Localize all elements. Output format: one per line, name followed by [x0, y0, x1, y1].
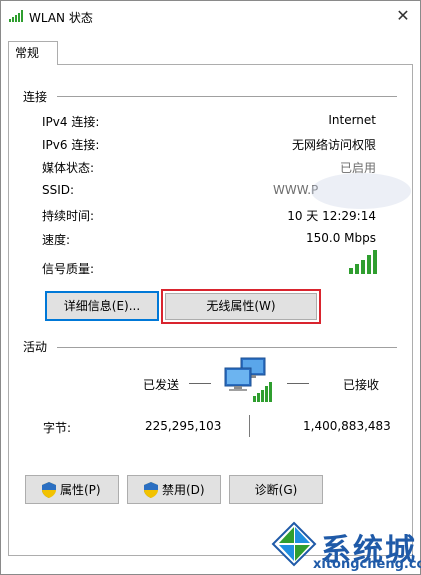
network-computers-icon — [224, 357, 272, 402]
properties-button[interactable]: 属性(P) — [25, 475, 119, 504]
signal-quality-label: 信号质量: — [42, 262, 95, 276]
details-button[interactable]: 详细信息(E)... — [45, 291, 159, 321]
bytes-separator — [249, 415, 250, 437]
received-label: 已接收 — [343, 378, 380, 392]
speed-label: 速度: — [42, 233, 71, 247]
ssid-blur-overlay — [311, 173, 411, 209]
speed-value: 150.0 Mbps — [305, 231, 376, 245]
bytes-label: 字节: — [43, 421, 72, 435]
diagnose-button[interactable]: 诊断(G) — [229, 475, 323, 504]
ipv4-label: IPv4 连接: — [42, 115, 100, 129]
media-state-label: 媒体状态: — [42, 161, 95, 175]
wifi-signal-icon — [9, 10, 23, 22]
sent-label: 已发送 — [143, 378, 180, 392]
duration-value: 10 天 12:29:14 — [287, 209, 376, 223]
wlan-status-dialog: WLAN 状态 ✕ 常规 连接 IPv4 连接: Internet IPv6 连… — [0, 0, 421, 575]
connection-divider — [57, 96, 397, 97]
disable-button-label: 禁用(D) — [162, 483, 205, 497]
activity-divider — [57, 347, 397, 348]
uac-shield-icon — [144, 482, 158, 498]
activity-section-label: 活动 — [23, 340, 48, 354]
ipv6-label: IPv6 连接: — [42, 138, 100, 152]
wireless-properties-button[interactable]: 无线属性(W) — [165, 293, 317, 320]
bytes-sent-value: 225,295,103 — [145, 419, 222, 433]
ipv6-value: 无网络访问权限 — [291, 138, 376, 152]
bytes-received-value: 1,400,883,483 — [303, 419, 391, 433]
connection-section-label: 连接 — [23, 90, 48, 104]
disable-button[interactable]: 禁用(D) — [127, 475, 221, 504]
watermark-url: xitongcheng.com — [313, 557, 421, 572]
title-bar: WLAN 状态 ✕ — [1, 1, 420, 31]
sent-dash — [189, 383, 211, 384]
properties-button-label: 属性(P) — [60, 483, 101, 497]
close-icon[interactable]: ✕ — [391, 5, 415, 27]
received-dash — [287, 383, 309, 384]
signal-strength-icon — [349, 250, 377, 274]
window-title: WLAN 状态 — [29, 11, 93, 25]
ipv4-value: Internet — [328, 113, 376, 127]
tab-general[interactable]: 常规 — [8, 41, 58, 65]
xitongcheng-logo-icon — [271, 521, 317, 567]
ssid-label: SSID: — [42, 183, 75, 197]
duration-label: 持续时间: — [42, 209, 95, 223]
uac-shield-icon — [42, 482, 56, 498]
